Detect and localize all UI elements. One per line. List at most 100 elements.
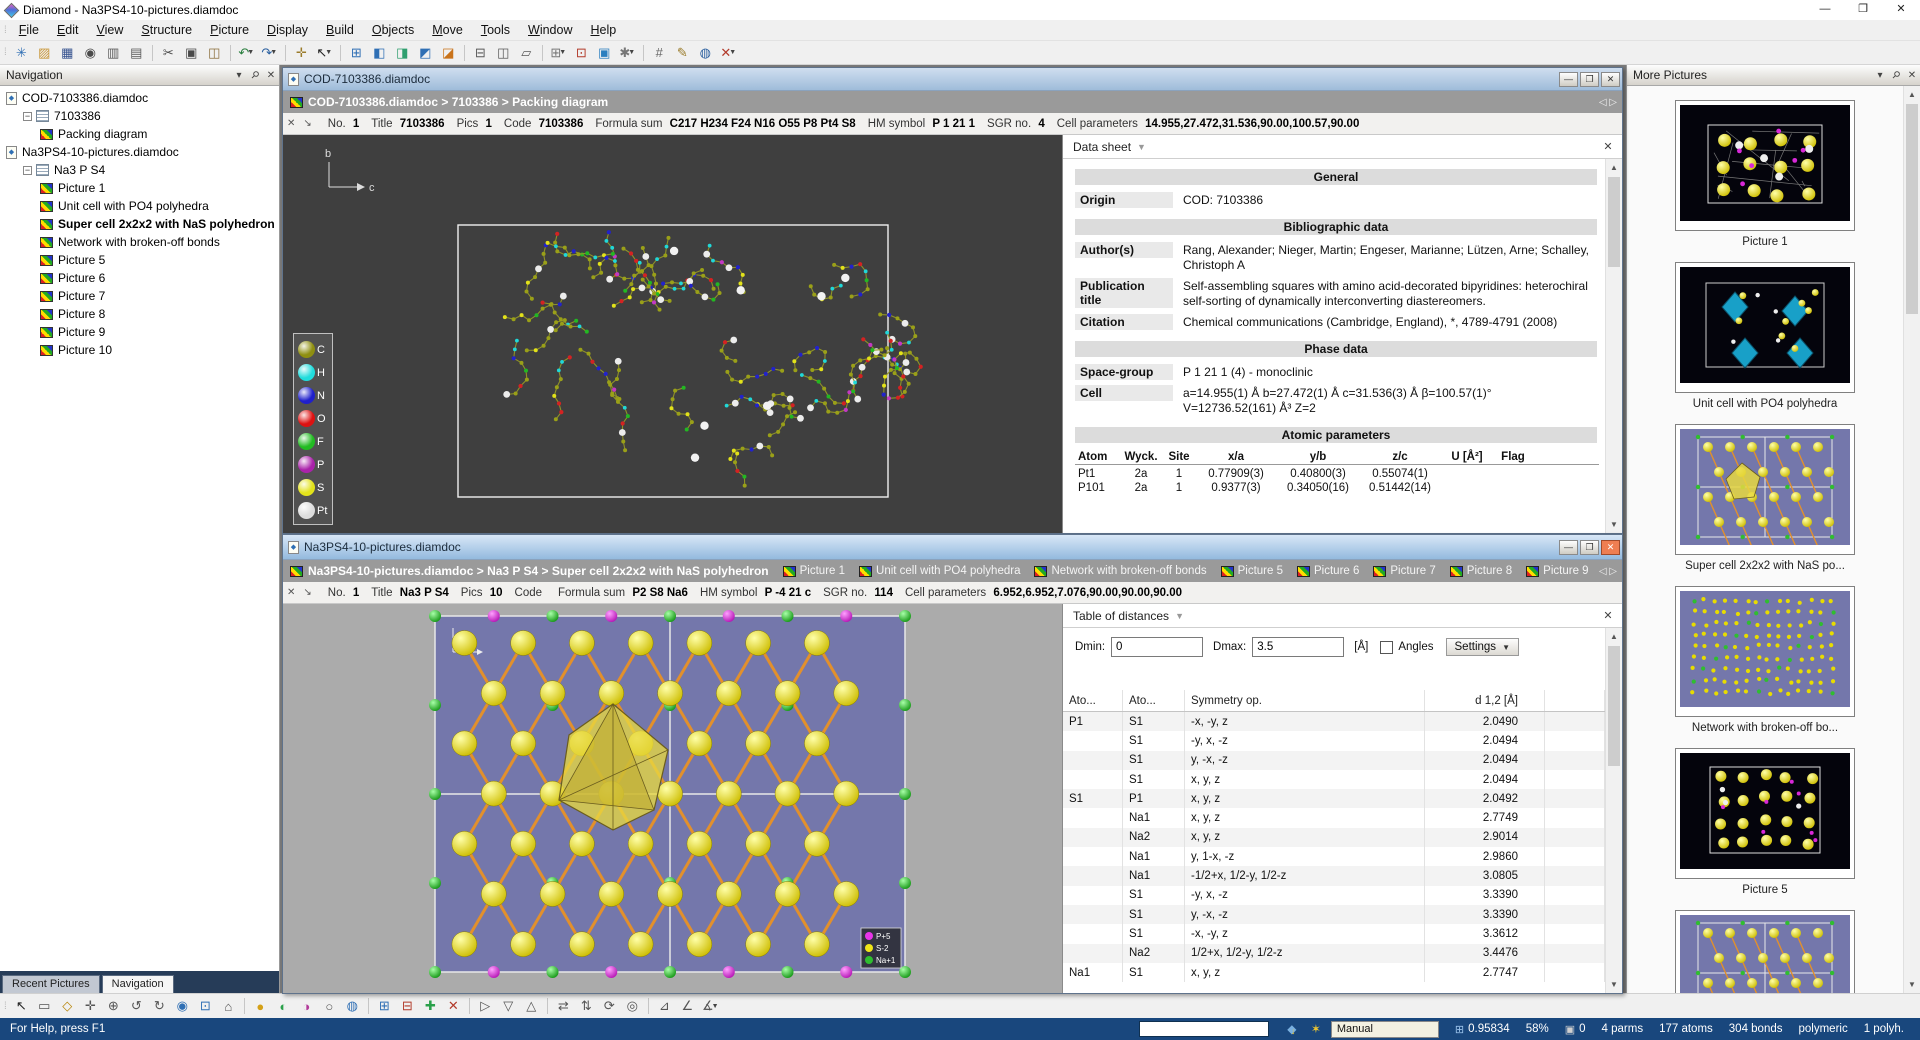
reset-view-icon[interactable]: ⌂	[218, 996, 239, 1016]
nav-item-packing-diagram[interactable]: Packing diagram	[0, 125, 279, 143]
view-structure-icon[interactable]: ⊞	[346, 43, 367, 63]
distance-row[interactable]: S1y, -x, -z3.3390	[1063, 905, 1605, 924]
zoom-window-icon[interactable]: ⊡	[195, 996, 216, 1016]
torsion-icon[interactable]: ∡▼	[700, 996, 721, 1016]
picture-tab-network-with-broken-off-bonds[interactable]: Network with broken-off bonds	[1034, 565, 1206, 577]
picture-tab-unit-cell-with-po4-polyhedra[interactable]: Unit cell with PO4 polyhedra	[859, 565, 1020, 577]
menu-file[interactable]: File	[10, 21, 48, 39]
copy-icon[interactable]: ▣	[181, 43, 202, 63]
redo-icon[interactable]: ↷▼	[259, 43, 280, 63]
new-picture-icon[interactable]: ⊡	[571, 43, 592, 63]
destroy-icon[interactable]: ✕	[443, 996, 464, 1016]
nav-item-picture-6[interactable]: Picture 6	[0, 269, 279, 287]
picture-tab-picture-7[interactable]: Picture 7	[1373, 565, 1435, 577]
menu-tools[interactable]: Tools	[472, 21, 519, 39]
distance-row[interactable]: S1-y, x, -z3.3390	[1063, 886, 1605, 905]
cod-window-titlebar[interactable]: ◆ COD-7103386.diamdoc — ❐ ✕	[283, 68, 1622, 91]
new-document-icon[interactable]: ✳	[11, 43, 32, 63]
scroll-right-icon[interactable]: ▷	[1609, 97, 1617, 108]
update-icon[interactable]: ✶	[1307, 1022, 1325, 1036]
dropdown-arrow-icon[interactable]: ▼	[628, 49, 635, 56]
rotate-right-icon[interactable]: ↻	[149, 996, 170, 1016]
nav-item-picture-5[interactable]: Picture 5	[0, 251, 279, 269]
menu-view[interactable]: View	[87, 21, 132, 39]
child-close-button[interactable]: ✕	[1601, 72, 1620, 87]
thumbnail-picture-1[interactable]: Picture 1	[1627, 100, 1903, 248]
menu-structure[interactable]: Structure	[132, 21, 201, 39]
angles-checkbox[interactable]	[1380, 641, 1393, 654]
thumbnail-picture-5[interactable]: Picture 5	[1627, 748, 1903, 896]
table-mode-icon[interactable]: ⊞▼	[548, 43, 569, 63]
thumbnail-network-with-broken-off-bo[interactable]: Network with broken-off bo...	[1627, 586, 1903, 734]
sphere-style-icon[interactable]: ○	[319, 996, 340, 1016]
fill-cell-icon[interactable]: ⊞	[374, 996, 395, 1016]
rotate-free-icon[interactable]: ⊕	[103, 996, 124, 1016]
menu-objects[interactable]: Objects	[363, 21, 423, 39]
view-data-sheet-icon[interactable]: ◩	[415, 43, 436, 63]
child-restore-button[interactable]: ❐	[1580, 540, 1599, 555]
chevron-down-icon[interactable]: ▼	[1137, 142, 1146, 152]
nav-item-picture-7[interactable]: Picture 7	[0, 287, 279, 305]
print-icon[interactable]: ▤	[126, 43, 147, 63]
child-minimize-button[interactable]: —	[1559, 72, 1578, 87]
dropdown-arrow-icon[interactable]: ▼	[325, 49, 332, 56]
picture-settings-icon[interactable]: ✱▼	[617, 43, 638, 63]
tree-expander[interactable]: −	[23, 112, 32, 121]
dmax-input[interactable]	[1252, 637, 1344, 657]
undo-icon[interactable]: ↶▼	[236, 43, 257, 63]
pin-icon[interactable]: ⚲	[1888, 70, 1904, 81]
rotate-left-icon[interactable]: ↺	[126, 996, 147, 1016]
distance-row[interactable]: Na2x, y, z2.9014	[1063, 828, 1605, 847]
up-icon[interactable]: △	[521, 996, 542, 1016]
web-icon[interactable]: ◍	[695, 43, 716, 63]
cut-icon[interactable]: ✂	[158, 43, 179, 63]
menu-move[interactable]: Move	[423, 21, 472, 39]
nav-item-picture-9[interactable]: Picture 9	[0, 323, 279, 341]
spin-icon[interactable]: ⟳	[599, 996, 620, 1016]
distance-row[interactable]: S1x, y, z2.0494	[1063, 770, 1605, 789]
child-minimize-button[interactable]: —	[1559, 540, 1578, 555]
distance-row[interactable]: S1-y, x, -z2.0494	[1063, 731, 1605, 750]
nav-item-na3-p-s4[interactable]: −Na3 P S4	[0, 161, 279, 179]
pan-view-icon[interactable]: ⇄	[553, 996, 574, 1016]
dropdown-arrow-icon[interactable]: ▼	[559, 49, 566, 56]
chevron-down-icon[interactable]: ▾	[1872, 70, 1888, 81]
scrollbar-thumb[interactable]	[1608, 646, 1620, 766]
menu-window[interactable]: Window	[519, 21, 581, 39]
mode-dropdown[interactable]: Manual	[1331, 1021, 1439, 1038]
scroll-down-icon[interactable]: ▼	[1606, 516, 1622, 533]
restore-button[interactable]: ❐	[1844, 0, 1882, 20]
thumbnail-unit-cell-with-po4-polyhedra[interactable]: Unit cell with PO4 polyhedra	[1627, 262, 1903, 410]
scroll-left-icon[interactable]: ◁	[1599, 566, 1609, 577]
distance-row[interactable]: Na1y, 1-x, -z2.9860	[1063, 847, 1605, 866]
view-data-brief-icon[interactable]: ◨	[392, 43, 413, 63]
nav-item-cod-7103386-diamdoc[interactable]: ◆COD-7103386.diamdoc	[0, 89, 279, 107]
pointer-icon[interactable]: ↖▼	[314, 43, 335, 63]
nav-item-7103386[interactable]: −7103386	[0, 107, 279, 125]
add-atom-icon[interactable]: ●	[250, 996, 271, 1016]
dropdown-arrow-icon[interactable]: ▼	[247, 49, 254, 56]
scroll-right-icon[interactable]: ▷	[1609, 566, 1617, 577]
scroll-down-icon[interactable]: ▼	[1606, 976, 1622, 993]
select-rect-icon[interactable]: ▭	[34, 996, 55, 1016]
tree-expander[interactable]: −	[23, 166, 32, 175]
grow-icon[interactable]: ✚	[420, 996, 441, 1016]
distance-row[interactable]: Na21/2+x, 1/2-y, 1/2-z3.4476	[1063, 944, 1605, 963]
picture-tab-picture-5[interactable]: Picture 5	[1221, 565, 1283, 577]
distance-row[interactable]: Na1S1x, y, z2.7747	[1063, 963, 1605, 982]
chevron-down-icon[interactable]: ▼	[1175, 611, 1184, 621]
coordination-icon[interactable]: ◑	[296, 996, 317, 1016]
menu-picture[interactable]: Picture	[201, 21, 258, 39]
tile-horizontal-icon[interactable]: ⊟	[470, 43, 491, 63]
atomic-table-row[interactable]: Pt12a10.77909(3)0.40800(3)0.55074(1)	[1075, 467, 1599, 481]
print-preview-icon[interactable]: ▥	[103, 43, 124, 63]
data-sheet-scrollbar[interactable]: ▲ ▼	[1605, 159, 1622, 533]
add-bond-icon[interactable]: ◐	[273, 996, 294, 1016]
close-info-icon[interactable]: ✕	[283, 118, 299, 129]
perspective-icon[interactable]: ◎	[622, 996, 643, 1016]
video-sequence-icon[interactable]: ▣	[594, 43, 615, 63]
distance-row[interactable]: S1P1x, y, z2.0492	[1063, 789, 1605, 808]
scroll-left-icon[interactable]: ◁	[1599, 97, 1609, 108]
select-icon[interactable]: ↖	[11, 996, 32, 1016]
chevron-down-icon[interactable]: ▾	[231, 70, 247, 81]
